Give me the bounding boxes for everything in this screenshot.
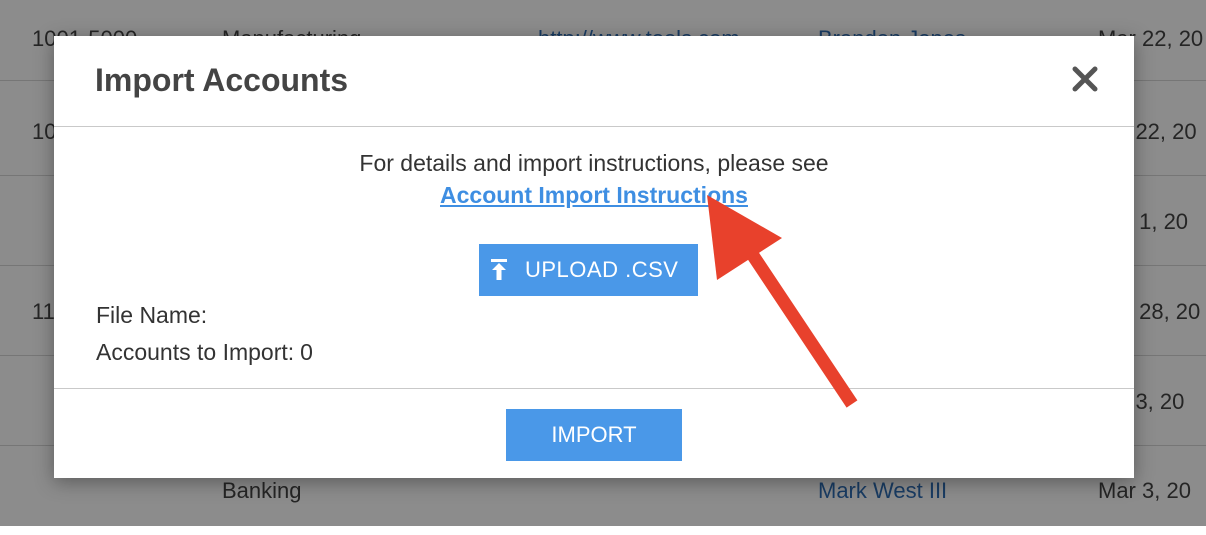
import-accounts-dialog: Import Accounts For details and import i… [54, 36, 1134, 478]
import-button[interactable]: IMPORT [506, 409, 682, 461]
accounts-to-import-value: 0 [300, 339, 313, 365]
accounts-to-import: Accounts to Import: 0 [96, 339, 313, 366]
file-name-label: File Name: [96, 302, 208, 328]
dialog-footer: IMPORT [54, 388, 1134, 479]
dialog-header: Import Accounts [54, 36, 1134, 127]
instructions-text: For details and import instructions, ple… [359, 150, 829, 176]
account-import-instructions-link[interactable]: Account Import Instructions [440, 182, 748, 208]
instructions-link-row: Account Import Instructions [54, 182, 1134, 209]
upload-icon [491, 259, 507, 280]
upload-csv-button[interactable]: UPLOAD .CSV [479, 244, 698, 296]
accounts-to-import-label: Accounts to Import: [96, 339, 295, 365]
upload-button-label: UPLOAD .CSV [525, 257, 679, 282]
close-icon [1072, 66, 1098, 92]
close-button[interactable] [1068, 62, 1102, 96]
dialog-title: Import Accounts [95, 62, 349, 98]
